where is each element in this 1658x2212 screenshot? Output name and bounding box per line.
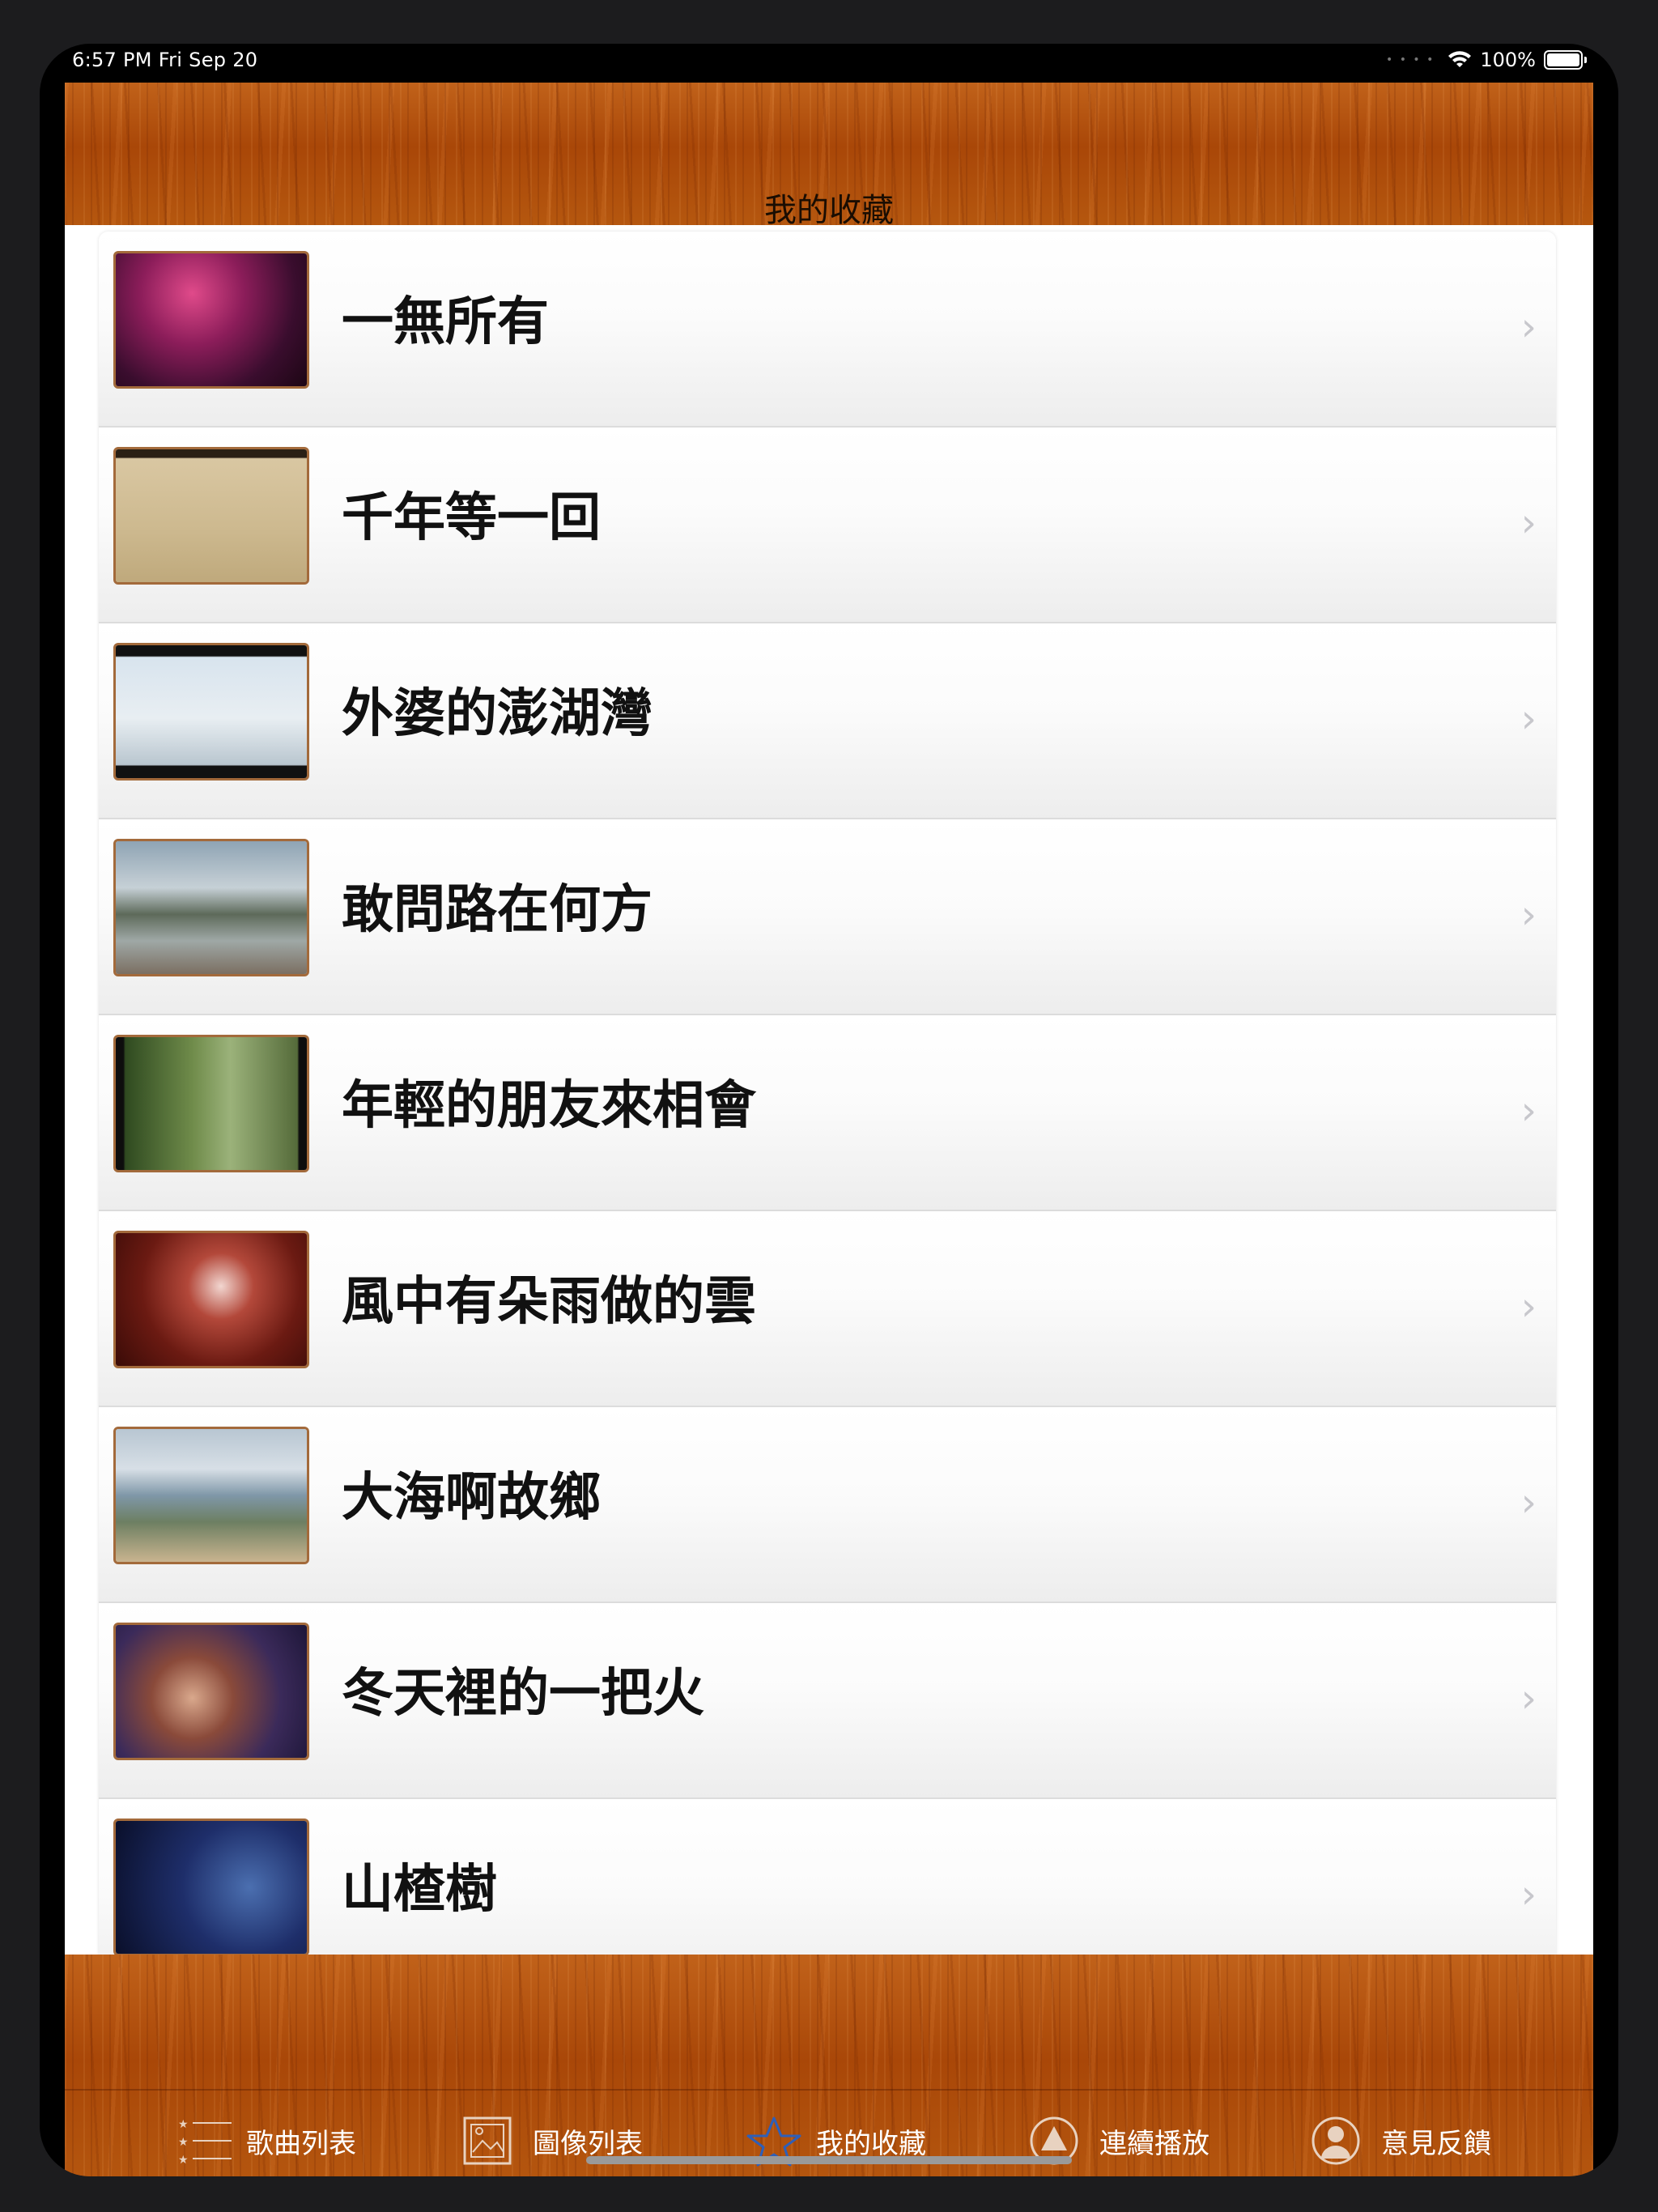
favorites-list-view[interactable]: 一無所有 › 千年等一回 › 外婆的澎湖灣 › 敢問路在何方 › 年輕的朋友來相… xyxy=(65,225,1593,1955)
song-thumbnail xyxy=(113,839,309,976)
chevron-right-icon: › xyxy=(1520,304,1537,350)
song-title: 一無所有 xyxy=(342,292,549,352)
status-time: 6:57 PM Fri Sep 20 xyxy=(72,49,258,71)
chevron-right-icon: › xyxy=(1520,892,1537,938)
song-title: 敢問路在何方 xyxy=(342,880,653,940)
chevron-right-icon: › xyxy=(1520,1676,1537,1721)
tab-feedback[interactable]: 意見反饋 xyxy=(1310,2112,1491,2169)
tab-label: 歌曲列表 xyxy=(246,2127,356,2160)
svg-text:★: ★ xyxy=(178,2118,189,2131)
tab-label: 圖像列表 xyxy=(533,2127,643,2160)
wifi-icon xyxy=(1448,51,1472,67)
song-row[interactable]: 千年等一回 › xyxy=(99,428,1556,623)
tab-label: 意見反饋 xyxy=(1381,2127,1491,2160)
song-title: 千年等一回 xyxy=(342,488,601,548)
song-thumbnail xyxy=(113,1427,309,1564)
song-title: 大海啊故鄉 xyxy=(342,1468,601,1528)
chevron-right-icon: › xyxy=(1520,500,1537,546)
navigation-bar: 我的收藏 xyxy=(65,83,1593,229)
chevron-right-icon: › xyxy=(1520,696,1537,742)
status-indicators: • • • • 100% xyxy=(1385,49,1587,71)
home-indicator[interactable] xyxy=(586,2156,1072,2164)
song-list: 一無所有 › 千年等一回 › 外婆的澎湖灣 › 敢問路在何方 › 年輕的朋友來相… xyxy=(99,232,1556,1955)
chevron-right-icon: › xyxy=(1520,1088,1537,1134)
song-row[interactable]: 冬天裡的一把火 › xyxy=(99,1603,1556,1799)
svg-text:★: ★ xyxy=(178,2136,189,2149)
tab-label: 我的收藏 xyxy=(816,2127,926,2160)
tab-song-list[interactable]: ★ ★ ★ 歌曲列表 xyxy=(175,2112,356,2169)
song-thumbnail xyxy=(113,251,309,389)
chevron-right-icon: › xyxy=(1520,1872,1537,1917)
battery-percent: 100% xyxy=(1480,49,1536,71)
tab-label: 連續播放 xyxy=(1099,2127,1209,2160)
person-icon xyxy=(1312,2116,1360,2165)
battery-icon xyxy=(1544,50,1587,70)
page-title: 我的收藏 xyxy=(764,192,894,229)
device-screen: 6:57 PM Fri Sep 20 • • • • 100% 我的收藏 一無所… xyxy=(40,44,1618,2176)
song-row[interactable]: 風中有朵雨做的雲 › xyxy=(99,1211,1556,1407)
song-row[interactable]: 一無所有 › xyxy=(99,232,1556,428)
song-thumbnail xyxy=(113,1035,309,1172)
chevron-right-icon: › xyxy=(1520,1480,1537,1525)
song-title: 外婆的澎湖灣 xyxy=(342,684,653,744)
status-bar: 6:57 PM Fri Sep 20 • • • • 100% xyxy=(40,44,1618,83)
song-row[interactable]: 山楂樹 › xyxy=(99,1799,1556,1955)
song-thumbnail xyxy=(113,1819,309,1955)
song-title: 冬天裡的一把火 xyxy=(342,1664,704,1724)
song-thumbnail xyxy=(113,447,309,585)
song-thumbnail xyxy=(113,1231,309,1368)
song-row[interactable]: 敢問路在何方 › xyxy=(99,819,1556,1015)
signal-icon: • • • • xyxy=(1385,53,1435,66)
song-row[interactable]: 年輕的朋友來相會 › xyxy=(99,1015,1556,1211)
song-thumbnail xyxy=(113,1623,309,1760)
chevron-right-icon: › xyxy=(1520,1284,1537,1329)
song-thumbnail xyxy=(113,643,309,781)
song-title: 年輕的朋友來相會 xyxy=(342,1076,756,1136)
song-title: 山楂樹 xyxy=(342,1860,497,1920)
tab-bar-divider xyxy=(65,2089,1593,2091)
song-row[interactable]: 外婆的澎湖灣 › xyxy=(99,623,1556,819)
song-row[interactable]: 大海啊故鄉 › xyxy=(99,1407,1556,1603)
tab-bar: ★ ★ ★ 歌曲列表 圖像列表 我的收藏 連續播放 意見反饋 xyxy=(65,1955,1593,2176)
song-title: 風中有朵雨做的雲 xyxy=(342,1272,756,1332)
list-icon: ★ ★ ★ xyxy=(178,2118,232,2167)
image-list-icon xyxy=(463,2116,512,2165)
svg-text:★: ★ xyxy=(178,2154,189,2167)
